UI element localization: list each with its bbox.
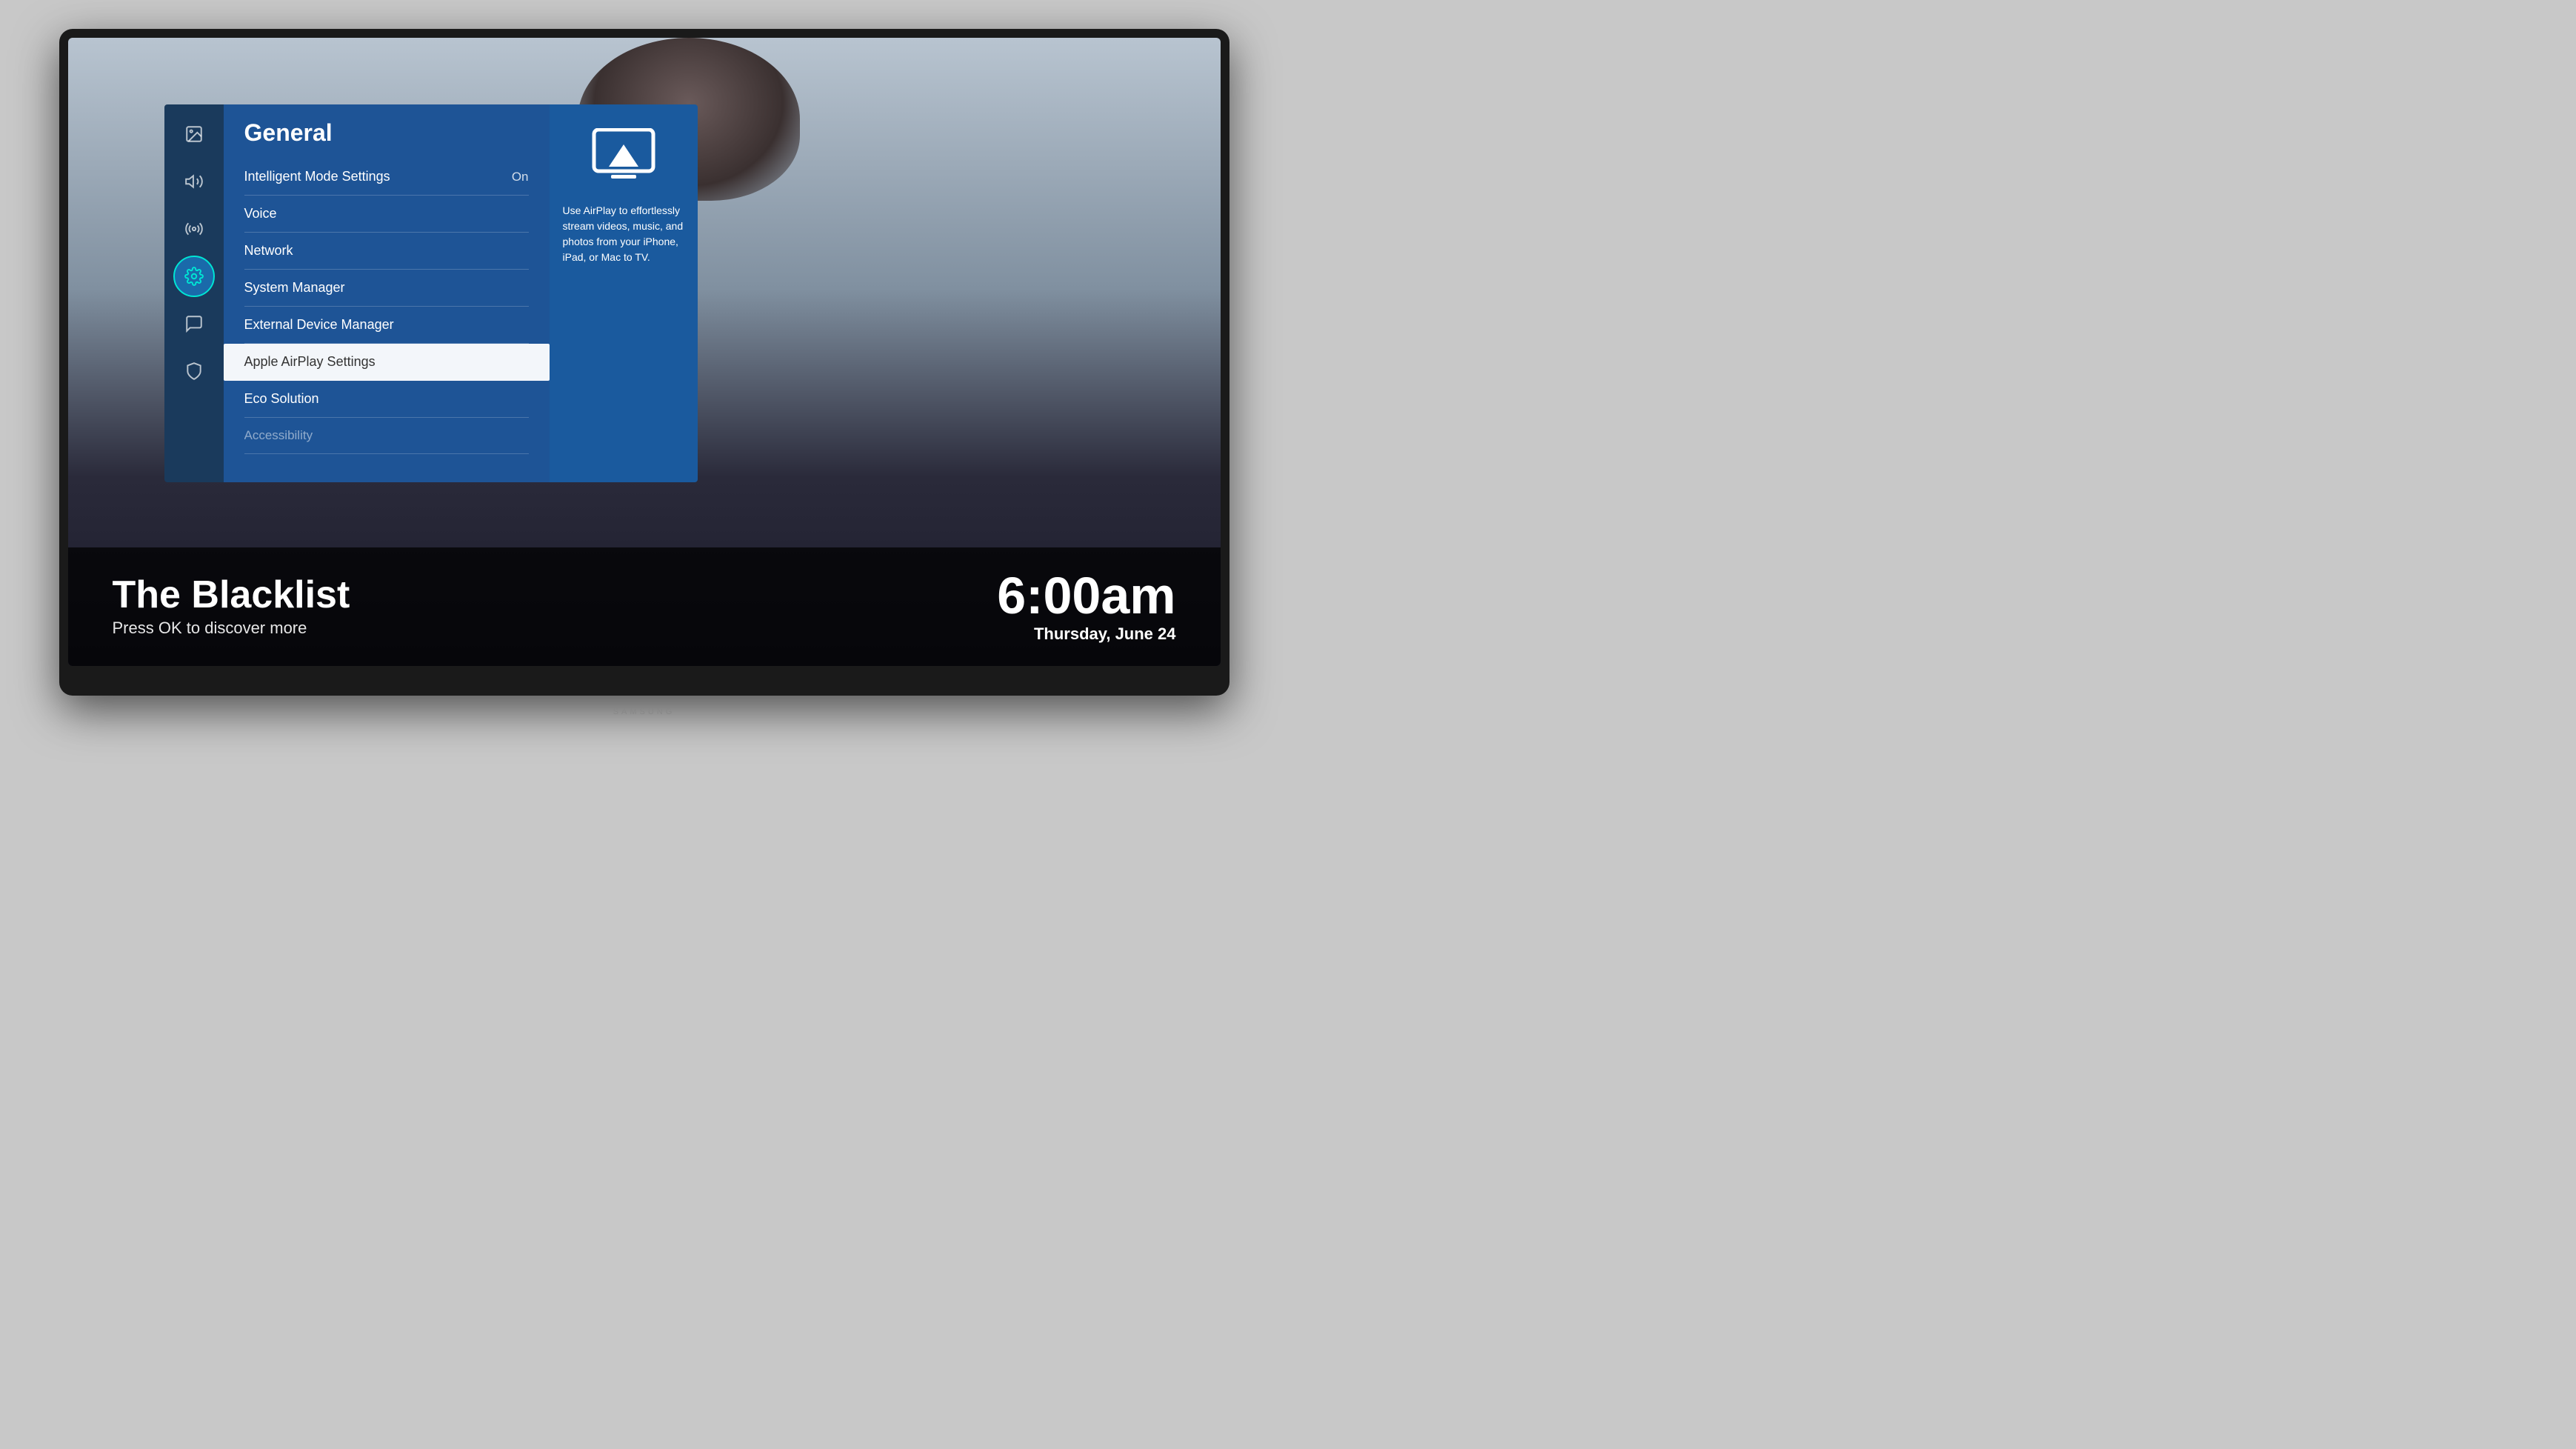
menu-item-apple-airplay[interactable]: Apple AirPlay Settings [224,344,550,381]
airplay-info-panel: Use AirPlay to effortlessly stream video… [550,104,698,482]
menu-item-label: System Manager [244,280,345,296]
sidebar-item-picture[interactable] [173,113,215,155]
menu-item-value: On [512,170,529,184]
menu-item-intelligent-mode[interactable]: Intelligent Mode Settings On [244,159,529,196]
tv-time: 6:00am [997,570,1175,622]
panel-title: General [244,119,529,147]
menu-item-label: Accessibility [244,428,313,443]
sidebar-item-broadcast[interactable] [173,208,215,250]
menu-item-accessibility[interactable]: Accessibility [244,418,529,454]
tv-show-info: The Blacklist Press OK to discover more [113,576,350,638]
menu-item-voice[interactable]: Voice [244,196,529,233]
menu-item-system-manager[interactable]: System Manager [244,270,529,307]
tv-show-title: The Blacklist [113,576,350,614]
airplay-description: Use AirPlay to effortlessly stream video… [563,203,684,265]
menu-item-network[interactable]: Network [244,233,529,270]
menu-item-label: Voice [244,206,277,221]
settings-sidebar [164,104,224,482]
sidebar-item-general[interactable] [173,256,215,297]
airplay-icon [590,128,657,191]
menu-item-label: Intelligent Mode Settings [244,169,390,184]
sidebar-item-privacy[interactable] [173,350,215,392]
menu-item-label: External Device Manager [244,317,394,333]
settings-main-panel: General Intelligent Mode Settings On Voi… [224,104,550,482]
tv-screen: The Blacklist Press OK to discover more … [68,38,1221,666]
sidebar-item-sound[interactable] [173,161,215,202]
menu-item-eco-solution[interactable]: Eco Solution [244,381,529,418]
tv-date: Thursday, June 24 [997,624,1175,644]
tv-frame: The Blacklist Press OK to discover more … [59,29,1229,696]
samsung-logo: SAMSUNG [613,707,675,716]
settings-overlay: General Intelligent Mode Settings On Voi… [164,104,698,482]
tv-show-subtitle: Press OK to discover more [113,619,350,638]
menu-item-label: Eco Solution [244,391,319,407]
menu-item-label: Apple AirPlay Settings [244,354,376,370]
menu-item-external-device[interactable]: External Device Manager [244,307,529,344]
sidebar-item-support[interactable] [173,303,215,344]
tv-time-info: 6:00am Thursday, June 24 [997,570,1175,644]
tv-bottom-bar: The Blacklist Press OK to discover more … [68,547,1221,666]
menu-item-label: Network [244,243,293,259]
